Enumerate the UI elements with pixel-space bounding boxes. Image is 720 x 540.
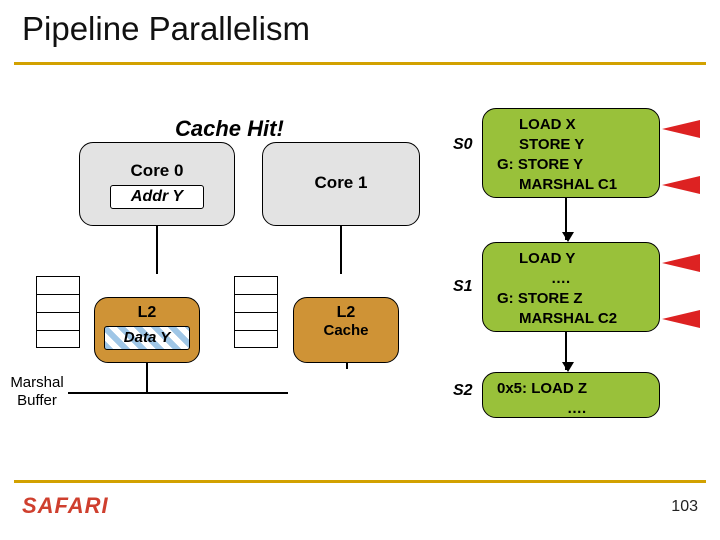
- s2-line-0: 0x5: LOAD Z: [497, 379, 649, 399]
- l2-1-label: L2: [294, 298, 398, 322]
- arrow-s0-s1: [565, 198, 567, 240]
- red-marker-s0-b: [662, 176, 700, 194]
- l2-1-sub: Cache: [294, 322, 398, 339]
- marshal-buffer-label: MarshalBuffer: [4, 374, 70, 410]
- title-rule: [14, 62, 706, 65]
- cache-hit-label: Cache Hit!: [175, 116, 284, 142]
- arrow-s1-s2: [565, 332, 567, 370]
- page-number: 103: [671, 498, 698, 516]
- bus-line: [68, 392, 288, 394]
- core-0-box: Core 0 Addr Y: [79, 142, 235, 226]
- s1-line-2: G: STORE Z: [497, 289, 649, 309]
- red-marker-s1-b: [662, 310, 700, 328]
- stage-s1-box: LOAD Y …. G: STORE Z MARSHAL C2: [482, 242, 660, 332]
- s0-line-1: STORE Y: [497, 135, 649, 155]
- core-1-box: Core 1: [262, 142, 420, 226]
- bus-stem-0: [146, 363, 148, 392]
- s1-line-0: LOAD Y: [497, 249, 649, 269]
- footer-rule: [14, 480, 706, 483]
- slide-title: Pipeline Parallelism: [22, 10, 310, 48]
- stage-s0-box: LOAD X STORE Y G: STORE Y MARSHAL C1: [482, 108, 660, 198]
- l2-0-label: L2: [95, 298, 199, 322]
- s1-line-3: MARSHAL C2: [497, 309, 649, 329]
- stage-s1-label: S1: [453, 278, 473, 296]
- s0-line-0: LOAD X: [497, 115, 649, 135]
- stage-s2-label: S2: [453, 382, 473, 400]
- core-0-label: Core 0: [80, 143, 234, 181]
- stage-s0-label: S0: [453, 136, 473, 154]
- core1-stem: [340, 226, 342, 274]
- regstack-right: [234, 276, 278, 348]
- l2-0-data-y: Data Y: [104, 326, 190, 350]
- l2-cache-1: L2 Cache: [293, 297, 399, 363]
- l2-cache-0: L2 Data Y: [94, 297, 200, 363]
- regstack-left: [36, 276, 80, 348]
- stage-s2-box: 0x5: LOAD Z ….: [482, 372, 660, 418]
- s2-line-1: ….: [497, 399, 649, 419]
- s0-line-2: G: STORE Y: [497, 155, 649, 175]
- core-1-label: Core 1: [263, 143, 419, 193]
- s0-line-3: MARSHAL C1: [497, 175, 649, 195]
- red-marker-s0-a: [662, 120, 700, 138]
- core0-stem: [156, 226, 158, 274]
- s1-line-1: ….: [497, 269, 649, 289]
- red-marker-s1-a: [662, 254, 700, 272]
- core-0-addr-y: Addr Y: [110, 185, 204, 209]
- logo: SAFARI: [22, 493, 109, 519]
- bus-stem-1: [346, 363, 348, 369]
